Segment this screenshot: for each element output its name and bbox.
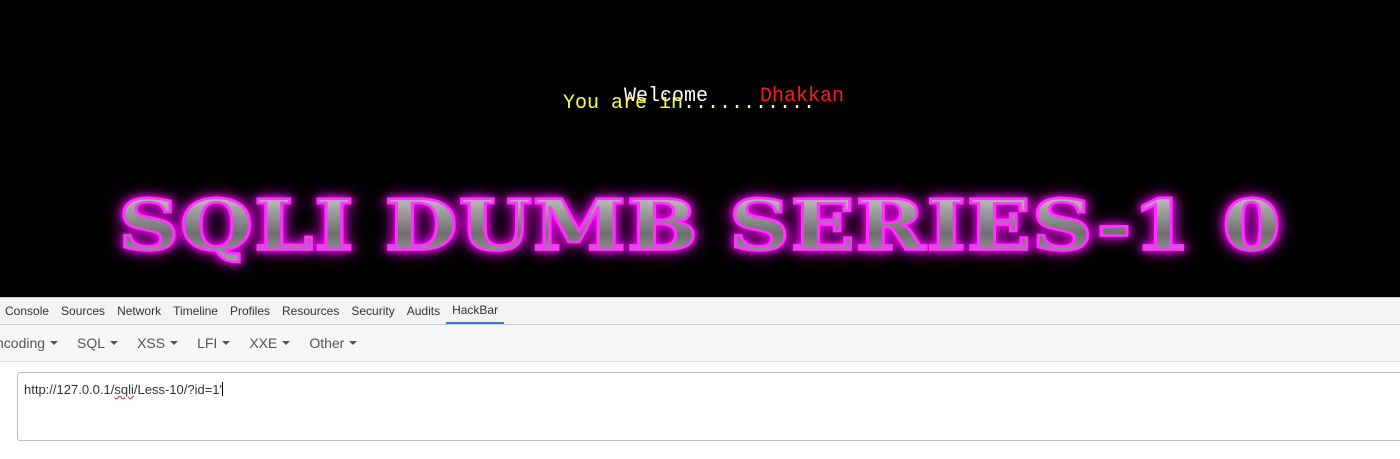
page-content: Welcome Dhakkan You are in........... SQL… [0, 0, 1400, 297]
caret-down-icon [110, 341, 119, 345]
banner: SQLI DUMB SERIES-1 0 [110, 175, 1290, 275]
menu-xss-label: XSS [137, 335, 166, 351]
text-cursor [222, 382, 223, 396]
url-text-part2: sqli [114, 382, 134, 397]
menu-xxe-label: XXE [249, 335, 278, 351]
tab-sources[interactable]: Sources [55, 298, 111, 324]
menu-encoding[interactable]: ncoding [0, 335, 59, 351]
caret-down-icon [349, 341, 358, 345]
menu-xss[interactable]: XSS [137, 335, 179, 351]
tab-timeline[interactable]: Timeline [167, 298, 224, 324]
caret-down-icon [222, 341, 231, 345]
url-text-part3: /Less-10/?id=1' [133, 382, 222, 397]
tab-audits[interactable]: Audits [401, 298, 446, 324]
url-text-part1: http://127.0.0.1/ [24, 382, 115, 397]
menu-other[interactable]: Other [309, 335, 358, 351]
tab-profiles[interactable]: Profiles [224, 298, 276, 324]
tab-hackbar[interactable]: HackBar [446, 298, 505, 324]
tab-network[interactable]: Network [111, 298, 167, 324]
menu-encoding-label: ncoding [0, 335, 46, 351]
tab-console[interactable]: Console [0, 298, 55, 324]
menu-sql[interactable]: SQL [77, 335, 119, 351]
menu-xxe[interactable]: XXE [249, 335, 291, 351]
devtools-tab-bar: Console Sources Network Timeline Profile… [0, 297, 1400, 325]
banner-title: SQLI DUMB SERIES-1 0 [117, 183, 1282, 267]
hackbar-toolbar: ncoding SQL XSS LFI XXE Other [0, 325, 1400, 362]
tab-resources[interactable]: Resources [276, 298, 345, 324]
menu-sql-label: SQL [77, 335, 106, 351]
menu-lfi[interactable]: LFI [197, 335, 231, 351]
caret-down-icon [282, 341, 291, 345]
status-message: You are in........... [563, 92, 816, 115]
menu-other-label: Other [309, 335, 345, 351]
menu-lfi-label: LFI [197, 335, 218, 351]
caret-down-icon [50, 341, 59, 345]
tab-security[interactable]: Security [345, 298, 400, 324]
caret-down-icon [170, 341, 179, 345]
hackbar-body: http://127.0.0.1/sqli/Less-10/?id=1' [0, 362, 1400, 459]
url-input[interactable]: http://127.0.0.1/sqli/Less-10/?id=1' [17, 372, 1400, 441]
